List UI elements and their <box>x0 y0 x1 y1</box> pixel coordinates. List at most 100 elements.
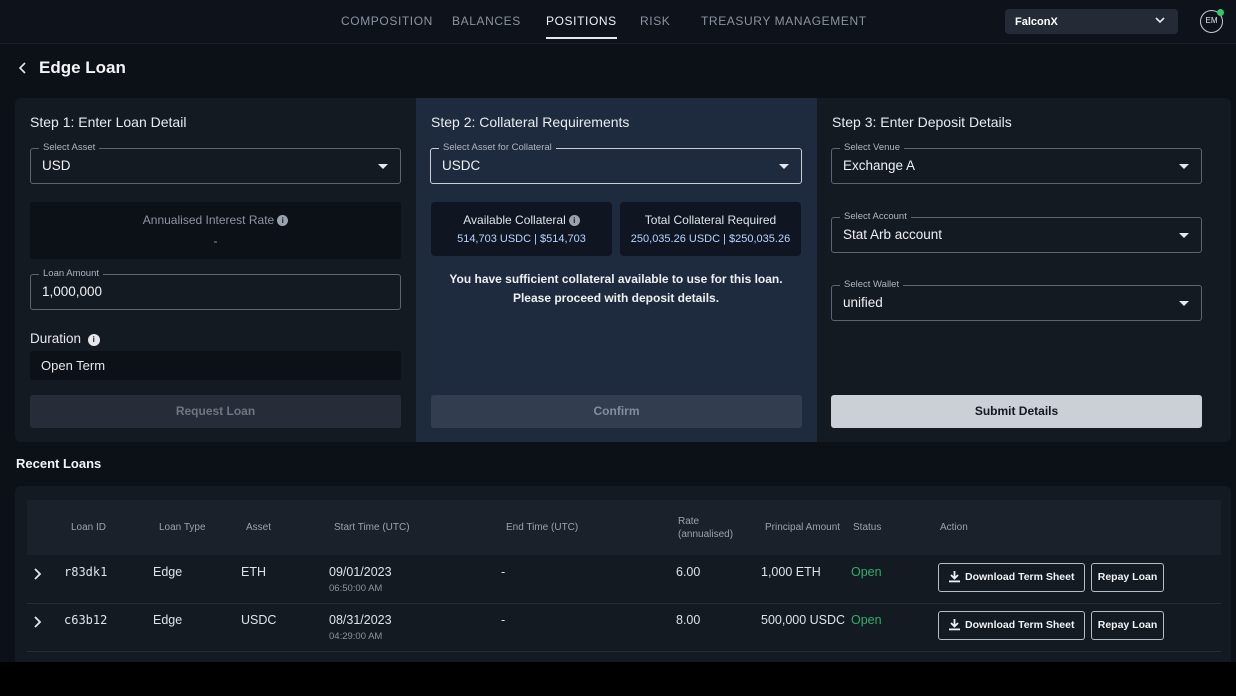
select-wallet-value: unified <box>843 295 883 310</box>
required-collateral-box: Total Collateral Required 250,035.26 USD… <box>620 202 801 256</box>
expand-row-icon[interactable] <box>33 567 43 581</box>
required-collateral-label: Total Collateral Required <box>644 213 777 227</box>
tab-positions[interactable]: POSITIONS <box>546 0 617 44</box>
status-badge: Open <box>851 565 882 579</box>
table-header <box>27 500 1221 555</box>
info-icon[interactable]: i <box>277 215 289 226</box>
submit-details-button[interactable]: Submit Details <box>831 395 1202 428</box>
col-action: Action <box>940 522 968 533</box>
user-avatar[interactable]: EM <box>1200 9 1224 33</box>
select-account-value: Stat Arb account <box>843 227 943 242</box>
tab-treasury-management[interactable]: TREASURY MANAGEMENT <box>701 0 867 44</box>
duration-heading: Duration i <box>30 331 100 346</box>
download-term-sheet-button[interactable]: Download Term Sheet <box>938 611 1085 640</box>
download-label: Download Term Sheet <box>965 619 1075 631</box>
download-term-sheet-button[interactable]: Download Term Sheet <box>938 563 1085 592</box>
col-asset[interactable]: Asset <box>246 521 271 534</box>
org-select[interactable]: FalconX <box>1005 9 1178 34</box>
start-time: 06:50:00 AM <box>329 583 383 594</box>
interest-rate-box: Annualised Interest Rate i - <box>30 202 401 259</box>
principal-amount: 1,000 ETH <box>761 565 821 579</box>
loan-asset: USDC <box>241 613 277 627</box>
collateral-message: You have sufficient collateral available… <box>449 272 783 305</box>
dropdown-caret-icon <box>1179 233 1189 238</box>
download-icon <box>949 571 960 583</box>
app-window: COMPOSITION BALANCES POSITIONS RISK TREA… <box>0 0 1236 662</box>
status-badge: Open <box>851 613 882 627</box>
start-date: 09/01/2023 <box>329 565 392 579</box>
start-date: 08/31/2023 <box>329 613 392 627</box>
principal-amount: 500,000 USDC <box>761 613 846 627</box>
tab-risk[interactable]: RISK <box>640 0 670 44</box>
available-collateral-label: Available Collateral <box>463 213 566 227</box>
step3-title: Step 3: Enter Deposit Details <box>832 114 1012 130</box>
duration-label: Duration <box>30 331 82 346</box>
dropdown-caret-icon <box>1179 301 1189 306</box>
dropdown-caret-icon <box>378 164 388 169</box>
collateral-asset-field[interactable]: Select Asset for Collateral USDC <box>430 142 802 184</box>
loan-id: r83dk1 <box>64 565 108 579</box>
end-time: - <box>501 613 506 627</box>
row-divider <box>27 651 1221 652</box>
loan-amount-value: 1,000,000 <box>42 284 103 299</box>
loan-rate: 8.00 <box>676 613 701 627</box>
select-account-label: Select Account <box>840 211 911 223</box>
loan-amount-label: Loan Amount <box>39 268 103 280</box>
col-end-time[interactable]: End Time (UTC) <box>506 521 578 534</box>
duration-value: Open Term <box>41 358 106 373</box>
expand-row-icon[interactable] <box>33 615 43 629</box>
interest-rate-label: Annualised Interest Rate <box>142 213 275 227</box>
repay-loan-button[interactable]: Repay Loan <box>1091 611 1164 640</box>
download-label: Download Term Sheet <box>965 571 1075 583</box>
chevron-down-icon <box>1155 17 1165 24</box>
select-wallet-field[interactable]: Select Wallet unified <box>831 279 1202 321</box>
tab-balances[interactable]: BALANCES <box>452 0 521 44</box>
collateral-asset-value: USDC <box>442 158 481 173</box>
repay-loan-button[interactable]: Repay Loan <box>1091 563 1164 592</box>
tab-composition[interactable]: COMPOSITION <box>341 0 433 44</box>
step2-title: Step 2: Collateral Requirements <box>431 114 630 130</box>
collateral-asset-label: Select Asset for Collateral <box>439 142 556 154</box>
select-venue-value: Exchange A <box>843 158 916 173</box>
available-collateral-box: Available Collateral i 514,703 USDC | $51… <box>431 202 612 256</box>
info-icon[interactable]: i <box>87 334 100 346</box>
col-loan-id[interactable]: Loan ID <box>71 521 106 534</box>
back-arrow-icon[interactable] <box>16 60 30 76</box>
select-account-field[interactable]: Select Account Stat Arb account <box>831 211 1202 253</box>
select-venue-field[interactable]: Select Venue Exchange A <box>831 142 1202 184</box>
request-loan-button[interactable]: Request Loan <box>30 395 401 428</box>
org-select-value: FalconX <box>1015 15 1058 28</box>
step1-title: Step 1: Enter Loan Detail <box>30 114 187 130</box>
confirm-button[interactable]: Confirm <box>431 395 802 428</box>
start-time: 04:29:00 AM <box>329 631 383 642</box>
download-icon <box>949 619 960 631</box>
col-rate[interactable]: Rate (annualised) <box>678 515 744 541</box>
col-status[interactable]: Status <box>853 521 881 534</box>
select-asset-field[interactable]: Select Asset USD <box>30 142 401 184</box>
loan-rate: 6.00 <box>676 565 701 579</box>
select-wallet-label: Select Wallet <box>840 279 904 291</box>
duration-select[interactable]: Open Term <box>30 351 401 380</box>
loan-amount-field[interactable]: Loan Amount 1,000,000 <box>30 268 401 310</box>
available-collateral-value: 514,703 USDC | $514,703 <box>457 233 586 245</box>
info-icon[interactable]: i <box>568 215 580 226</box>
avatar-initials: EM <box>1205 16 1218 25</box>
dropdown-caret-icon <box>779 164 789 169</box>
select-venue-label: Select Venue <box>840 142 904 154</box>
loan-id: c63b12 <box>64 613 108 627</box>
col-start-time[interactable]: Start Time (UTC) <box>334 521 410 534</box>
required-collateral-value: 250,035.26 USDC | $250,035.26 <box>630 233 791 245</box>
loan-asset: ETH <box>241 565 266 579</box>
interest-rate-value: - <box>213 234 218 248</box>
select-asset-label: Select Asset <box>39 142 100 154</box>
end-time: - <box>501 565 506 579</box>
col-principal[interactable]: Principal Amount <box>765 521 840 534</box>
page-title: Edge Loan <box>39 58 126 77</box>
col-loan-type[interactable]: Loan Type <box>159 521 206 534</box>
select-asset-value: USD <box>42 158 71 173</box>
dropdown-caret-icon <box>1179 164 1189 169</box>
recent-loans-title: Recent Loans <box>16 456 102 471</box>
loan-type: Edge <box>153 565 183 579</box>
loan-type: Edge <box>153 613 183 627</box>
row-divider <box>27 603 1221 604</box>
